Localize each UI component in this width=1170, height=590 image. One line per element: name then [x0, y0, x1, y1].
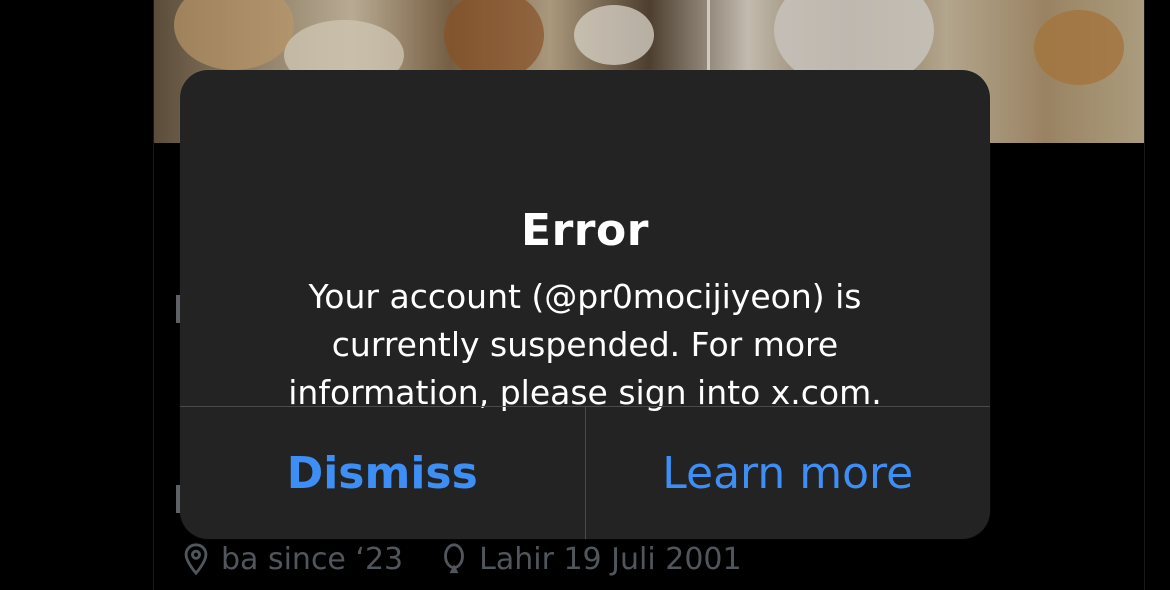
alert-message: Your account (@pr0mocijiyeon) is current… [288, 277, 882, 412]
learn-more-button[interactable]: Learn more [584, 407, 991, 539]
error-alert-dialog: Error Your account (@pr0mocijiyeon) is c… [180, 70, 990, 539]
dismiss-button[interactable]: Dismiss [180, 407, 585, 539]
alert-actions: Dismiss Learn more [180, 406, 990, 539]
alert-title: Error [521, 205, 649, 256]
screen: ba since ‘23 Lahir 19 Juli 2001 Error Yo… [0, 0, 1170, 590]
